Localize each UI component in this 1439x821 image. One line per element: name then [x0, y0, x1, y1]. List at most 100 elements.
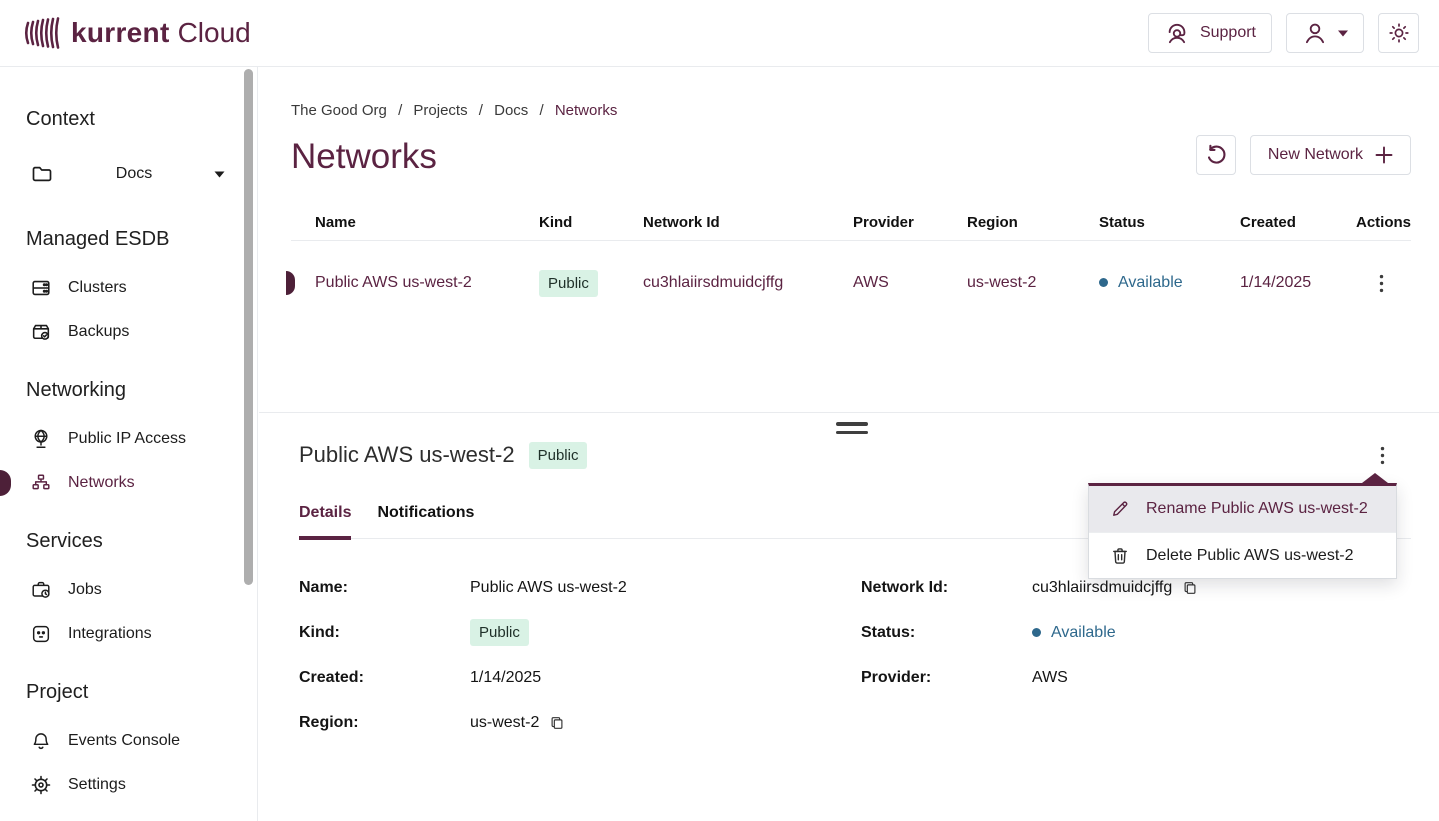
gear-icon — [30, 774, 52, 796]
detail-actions-menu: Rename Public AWS us-west-2 Delete Publi… — [1088, 483, 1397, 579]
context-selector-value: Docs — [54, 165, 214, 183]
cell-name: Public AWS us-west-2 — [291, 274, 539, 292]
sidebar-item-label: Networks — [68, 474, 135, 492]
new-network-button[interactable]: New Network — [1250, 135, 1411, 175]
power-outlet-icon — [30, 623, 52, 645]
sidebar-group-networking: Public IP Access Networks — [24, 417, 239, 505]
sidebar-item-events-console[interactable]: Events Console — [24, 719, 239, 763]
menu-item-label: Rename Public AWS us-west-2 — [1146, 500, 1368, 518]
detail-kind-badge: Public — [529, 442, 588, 469]
sidebar-item-networks[interactable]: Networks — [24, 461, 239, 505]
copy-region-button[interactable] — [549, 715, 565, 731]
kind-badge: Public — [470, 619, 529, 646]
row-actions-kebab-button[interactable] — [1375, 270, 1388, 297]
field-label-region: Region: — [299, 714, 470, 732]
sidebar-item-backups[interactable]: Backups — [24, 310, 239, 354]
menu-item-label: Delete Public AWS us-west-2 — [1146, 547, 1353, 565]
top-bar: kurrent Cloud Support — [0, 0, 1439, 67]
logo-text-secondary: Cloud — [178, 17, 251, 49]
chevron-down-icon — [1338, 30, 1348, 37]
breadcrumb-project-docs[interactable]: Docs — [494, 102, 528, 119]
cell-kind: Public — [539, 270, 643, 297]
sidebar-heading-networking: Networking — [26, 378, 239, 402]
column-header-status: Status — [1099, 214, 1240, 231]
column-header-provider: Provider — [853, 214, 967, 231]
network-id-text: cu3hlaiirsdmuidcjffg — [1032, 579, 1172, 597]
globe-node-icon — [30, 428, 52, 450]
kind-badge: Public — [539, 270, 598, 297]
org-chart-icon — [30, 472, 52, 494]
breadcrumb-separator: / — [539, 102, 543, 119]
headset-icon — [1164, 20, 1190, 46]
person-icon — [1302, 20, 1328, 46]
support-label: Support — [1200, 24, 1256, 42]
tab-notifications[interactable]: Notifications — [377, 503, 474, 538]
bell-icon — [30, 730, 52, 752]
account-menu-button[interactable] — [1286, 13, 1364, 53]
sidebar-item-label: Backups — [68, 323, 129, 341]
breadcrumb-projects[interactable]: Projects — [413, 102, 467, 119]
tab-details[interactable]: Details — [299, 503, 351, 540]
sidebar-item-clusters[interactable]: Clusters — [24, 266, 239, 310]
field-value-network-id: cu3hlaiirsdmuidcjffg — [1032, 579, 1411, 597]
status-dot-icon — [1099, 278, 1108, 287]
sidebar-group-managed-esdb: Clusters Backups — [24, 266, 239, 354]
menu-item-delete[interactable]: Delete Public AWS us-west-2 — [1089, 532, 1396, 578]
field-label-name: Name: — [299, 579, 470, 597]
field-label-status: Status: — [861, 624, 1032, 642]
kurrent-cloud-logo[interactable]: kurrent Cloud — [24, 16, 251, 50]
page-title: Networks — [291, 137, 437, 177]
table-row-network[interactable]: Public AWS us-west-2 Public cu3hlaiirsdm… — [291, 241, 1411, 325]
briefcase-clock-icon — [30, 579, 52, 601]
column-header-name: Name — [291, 214, 539, 231]
detail-actions-kebab-button[interactable] — [1368, 441, 1396, 469]
status-badge: Available — [1099, 274, 1183, 292]
support-button[interactable]: Support — [1148, 13, 1272, 53]
sidebar-heading-project: Project — [26, 680, 239, 704]
field-value-provider: AWS — [1032, 669, 1411, 687]
column-header-actions: Actions — [1352, 214, 1411, 231]
networks-table-header: Name Kind Network Id Provider Region Sta… — [291, 205, 1411, 241]
trash-icon — [1110, 546, 1130, 566]
sidebar-item-integrations[interactable]: Integrations — [24, 612, 239, 656]
status-dot-icon — [1032, 628, 1041, 637]
cell-status: Available — [1099, 274, 1240, 293]
menu-item-rename[interactable]: Rename Public AWS us-west-2 — [1089, 486, 1396, 532]
detail-title: Public AWS us-west-2 — [299, 439, 515, 471]
detail-header: Public AWS us-west-2 Public — [299, 439, 587, 471]
column-header-kind: Kind — [539, 214, 643, 231]
networks-table: Name Kind Network Id Provider Region Sta… — [291, 205, 1411, 325]
breadcrumb-org[interactable]: The Good Org — [291, 102, 387, 119]
app-window: kurrent Cloud Support — [0, 0, 1439, 821]
sound-waves-icon — [24, 16, 62, 50]
splitter-handle[interactable] — [836, 422, 868, 434]
server-stack-icon — [30, 277, 52, 299]
context-project-selector[interactable]: Docs — [24, 151, 239, 197]
breadcrumb-current: Networks — [555, 102, 618, 119]
sidebar-item-public-ip-access[interactable]: Public IP Access — [24, 417, 239, 461]
theme-toggle-button[interactable] — [1378, 13, 1419, 53]
logo-text-primary: kurrent — [71, 17, 170, 49]
sidebar-group-services: Jobs Integrations — [24, 568, 239, 656]
menu-arrow — [1362, 473, 1388, 483]
sidebar-heading-managed-esdb: Managed ESDB — [26, 227, 239, 251]
status-badge: Available — [1032, 624, 1116, 642]
cell-actions — [1352, 270, 1411, 297]
refresh-button[interactable] — [1196, 135, 1236, 175]
sidebar-item-settings[interactable]: Settings — [24, 763, 239, 807]
breadcrumb-separator: / — [479, 102, 483, 119]
main-content: The Good Org / Projects / Docs / Network… — [259, 67, 1439, 821]
folder-icon — [30, 162, 54, 186]
breadcrumb-separator: / — [398, 102, 402, 119]
sidebar: Context Docs Managed ESDB — [0, 67, 258, 821]
sun-icon — [1387, 21, 1411, 45]
refresh-icon — [1204, 143, 1228, 167]
sidebar-scrollbar[interactable] — [244, 69, 253, 585]
field-label-kind: Kind: — [299, 624, 470, 642]
cell-region: us-west-2 — [967, 274, 1099, 292]
active-item-marker — [0, 470, 11, 496]
sidebar-item-jobs[interactable]: Jobs — [24, 568, 239, 612]
cell-provider: AWS — [853, 274, 967, 292]
sidebar-item-label: Jobs — [68, 581, 102, 599]
copy-network-id-button[interactable] — [1182, 580, 1198, 596]
